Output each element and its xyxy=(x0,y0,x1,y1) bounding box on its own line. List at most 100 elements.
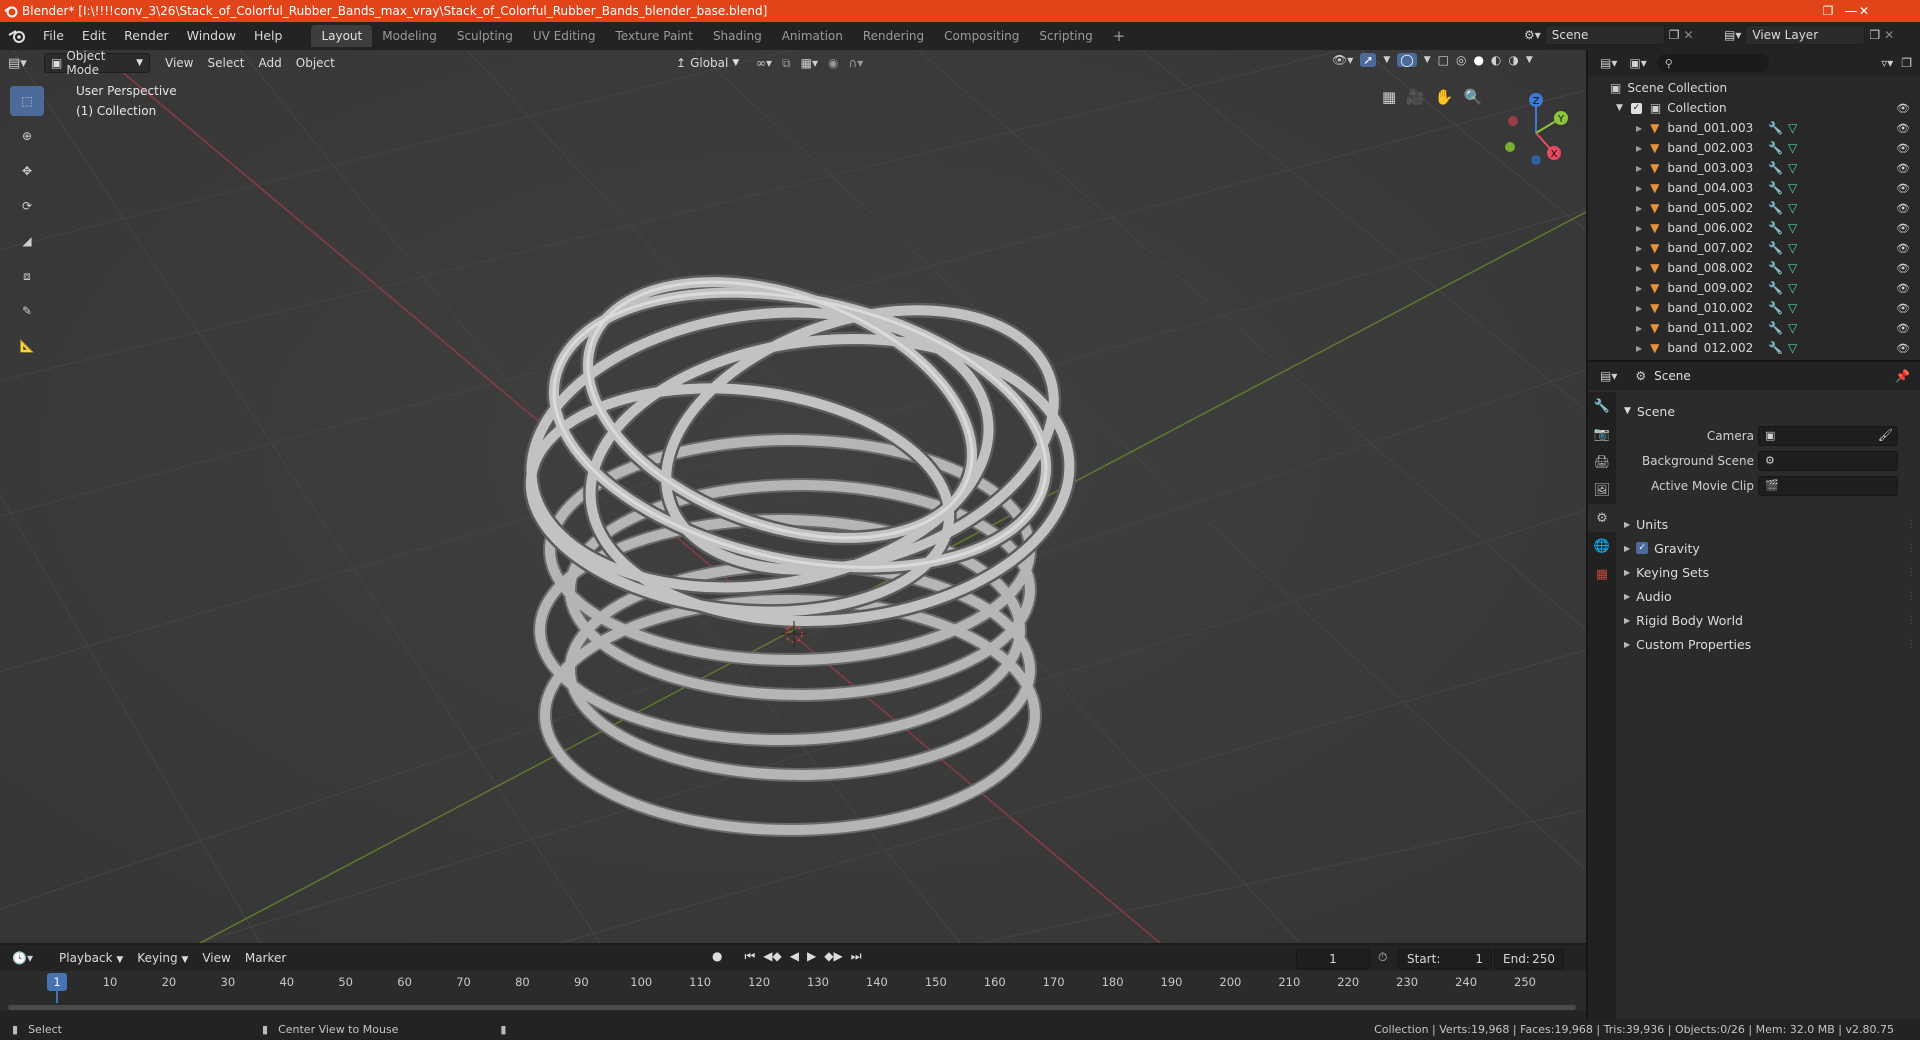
current-frame-field[interactable]: 1 xyxy=(1296,949,1370,969)
tab-animation[interactable]: Animation xyxy=(772,25,853,47)
new-scene-icon[interactable]: ❐ xyxy=(1669,28,1680,42)
wireframe-shading-icon[interactable]: ◎ xyxy=(1456,53,1466,67)
expand-arrow-icon[interactable]: ▶ xyxy=(1636,184,1642,193)
outliner-editor-icon[interactable]: ▤▾ xyxy=(1600,56,1617,70)
subpanel-header[interactable]: ▶ ✓ Gravity ⋮⋮ xyxy=(1624,537,1920,559)
outliner-scene-collection[interactable]: ▣ Scene Collection xyxy=(1588,78,1920,98)
menu-marker[interactable]: Marker xyxy=(238,948,293,968)
annotate-tool-icon[interactable]: ✎ xyxy=(10,296,44,326)
menu-add[interactable]: Add xyxy=(252,53,289,73)
modifier-wrench-icon[interactable]: 🔧 xyxy=(1768,161,1783,175)
subpanel-header[interactable]: ▶ Rigid Body World ⋮⋮ xyxy=(1624,609,1920,631)
expand-arrow-icon[interactable]: ▶ xyxy=(1636,144,1642,153)
camera-view-icon[interactable]: 🎥 xyxy=(1406,88,1425,106)
close-window-icon[interactable]: ✕ xyxy=(1846,0,1882,22)
mesh-data-icon[interactable]: ▽ xyxy=(1788,281,1797,295)
snap-target-icon[interactable]: ▦▾ xyxy=(801,56,818,70)
mesh-data-icon[interactable]: ▽ xyxy=(1788,241,1797,255)
tab-uv-editing[interactable]: UV Editing xyxy=(523,25,606,47)
outliner-object-row[interactable]: ▶ ▼ band_011.002 🔧 ▽ 👁 xyxy=(1588,318,1920,338)
eye-icon[interactable]: 👁 xyxy=(1896,142,1910,155)
grid-view-icon[interactable]: ▦ xyxy=(1382,88,1396,106)
modifier-wrench-icon[interactable]: 🔧 xyxy=(1768,341,1783,355)
scene-selector[interactable]: Scene xyxy=(1544,25,1665,45)
eye-icon[interactable]: 👁 xyxy=(1896,222,1910,235)
tab-shading[interactable]: Shading xyxy=(703,25,772,47)
eye-icon[interactable]: 👁 xyxy=(1896,202,1910,215)
drag-handle-icon[interactable]: ⋮⋮ xyxy=(1906,543,1920,554)
eye-icon[interactable]: 👁 xyxy=(1896,262,1910,275)
editor-type-icon[interactable]: ▤▾ xyxy=(8,56,44,71)
outliner-object-row[interactable]: ▶ ▼ band_006.002 🔧 ▽ 👁 xyxy=(1588,218,1920,238)
pin-icon[interactable]: 📌 xyxy=(1895,369,1910,383)
drag-handle-icon[interactable]: ⋮⋮ xyxy=(1906,615,1920,626)
menu-select[interactable]: Select xyxy=(200,53,251,73)
modifier-wrench-icon[interactable]: 🔧 xyxy=(1768,281,1783,295)
tab-scripting[interactable]: Scripting xyxy=(1029,25,1102,47)
playhead-line[interactable] xyxy=(56,991,58,1003)
mesh-data-icon[interactable]: ▽ xyxy=(1788,141,1797,155)
gravity-checkbox[interactable]: ✓ xyxy=(1636,542,1649,554)
filter-icon[interactable]: ▿▾ xyxy=(1881,56,1893,70)
start-frame-field[interactable]: Start: 1 xyxy=(1398,949,1492,969)
outliner-collection[interactable]: ▼ ✓ ▣ Collection 👁 xyxy=(1588,98,1920,118)
drag-handle-icon[interactable]: ⋮⋮ xyxy=(1906,567,1920,578)
scene-panel-header[interactable]: ▼ Scene xyxy=(1624,400,1675,422)
active-movie-clip-field[interactable]: 🎬 xyxy=(1758,476,1898,496)
transform-orientation-selector[interactable]: ↥ Global ▼ xyxy=(670,53,746,73)
solid-shading-icon[interactable]: ● xyxy=(1473,53,1483,67)
expand-arrow-icon[interactable]: ▶ xyxy=(1636,204,1642,213)
timeline-scrubber[interactable]: 1 10 20 30 40 50 60 70 80 90 100 110 120 130 140 150 160… xyxy=(0,971,1586,1011)
cursor-tool-icon[interactable]: ⊕ xyxy=(10,121,44,151)
tab-modeling[interactable]: Modeling xyxy=(372,25,447,47)
tab-texture-paint[interactable]: Texture Paint xyxy=(606,25,703,47)
modifier-wrench-icon[interactable]: 🔧 xyxy=(1768,141,1783,155)
falloff-icon[interactable]: ∩▾ xyxy=(848,56,863,70)
include-checkbox[interactable]: ✓ xyxy=(1630,102,1642,114)
menu-render[interactable]: Render xyxy=(115,24,178,48)
expand-arrow-icon[interactable]: ▶ xyxy=(1636,304,1642,313)
overlays-icon[interactable]: ◯ xyxy=(1397,53,1417,67)
transform-tool-icon[interactable]: ⧈ xyxy=(10,261,44,291)
eye-icon[interactable]: 👁 xyxy=(1896,322,1910,335)
outliner-object-row[interactable]: ▶ ▼ band_005.002 🔧 ▽ 👁 xyxy=(1588,198,1920,218)
scene-tab-icon[interactable]: ⚙ xyxy=(1588,504,1616,532)
outliner-object-row[interactable]: ▶ ▼ band_008.002 🔧 ▽ 👁 xyxy=(1588,258,1920,278)
modifier-wrench-icon[interactable]: 🔧 xyxy=(1768,181,1783,195)
view-layer-icon[interactable]: ▤▾ xyxy=(1724,28,1741,42)
expand-arrow-icon[interactable]: ▶ xyxy=(1636,224,1642,233)
mesh-data-icon[interactable]: ▽ xyxy=(1788,201,1797,215)
xray-icon[interactable]: □ xyxy=(1438,53,1449,67)
menu-timeline-view[interactable]: View xyxy=(195,948,237,968)
restore-window-icon[interactable]: ❐ xyxy=(1810,0,1846,22)
select-box-tool-icon[interactable]: ⬚ xyxy=(10,86,44,116)
shading-dropdown-icon[interactable]: ▼ xyxy=(1526,55,1533,65)
expand-arrow-icon[interactable]: ▶ xyxy=(1636,284,1642,293)
menu-playback[interactable]: Playback ▼ xyxy=(52,948,130,968)
eye-icon[interactable]: 👁 xyxy=(1896,302,1910,315)
outliner-object-row[interactable]: ▶ ▼ band_010.002 🔧 ▽ 👁 xyxy=(1588,298,1920,318)
play-reverse-icon[interactable]: ◀ xyxy=(790,949,799,964)
render-tab-icon[interactable]: 📷 xyxy=(1588,420,1616,448)
move-tool-icon[interactable]: ✥ xyxy=(10,156,44,186)
gizmo-icon[interactable]: ➚ xyxy=(1360,53,1377,67)
modifier-wrench-icon[interactable]: 🔧 xyxy=(1768,321,1783,335)
new-view-layer-icon[interactable]: ❐ xyxy=(1869,28,1880,42)
background-scene-field[interactable]: ⚙ xyxy=(1758,451,1898,471)
display-mode-icon[interactable]: ▣▾ xyxy=(1629,56,1646,70)
outliner-object-row[interactable]: ▶ ▼ band_007.002 🔧 ▽ 👁 xyxy=(1588,238,1920,258)
add-workspace-icon[interactable]: + xyxy=(1103,25,1136,47)
expand-arrow-icon[interactable]: ▼ xyxy=(1616,103,1623,113)
drag-handle-icon[interactable]: ⋮⋮ xyxy=(1906,639,1920,650)
modifier-wrench-icon[interactable]: 🔧 xyxy=(1768,241,1783,255)
modifier-wrench-icon[interactable]: 🔧 xyxy=(1768,201,1783,215)
stopwatch-icon[interactable]: ⏱ xyxy=(1378,950,1387,965)
subpanel-header[interactable]: ▶ Custom Properties ⋮⋮ xyxy=(1624,633,1920,655)
delete-view-layer-icon[interactable]: ✕ xyxy=(1884,28,1894,42)
gizmo-dropdown-icon[interactable]: ▼ xyxy=(1383,55,1390,65)
mesh-data-icon[interactable]: ▽ xyxy=(1788,161,1797,175)
snap-icon[interactable]: ⧉ xyxy=(782,56,791,71)
mesh-data-icon[interactable]: ▽ xyxy=(1788,221,1797,235)
eye-icon[interactable]: 👁 xyxy=(1896,102,1910,115)
menu-keying[interactable]: Keying ▼ xyxy=(130,948,195,968)
